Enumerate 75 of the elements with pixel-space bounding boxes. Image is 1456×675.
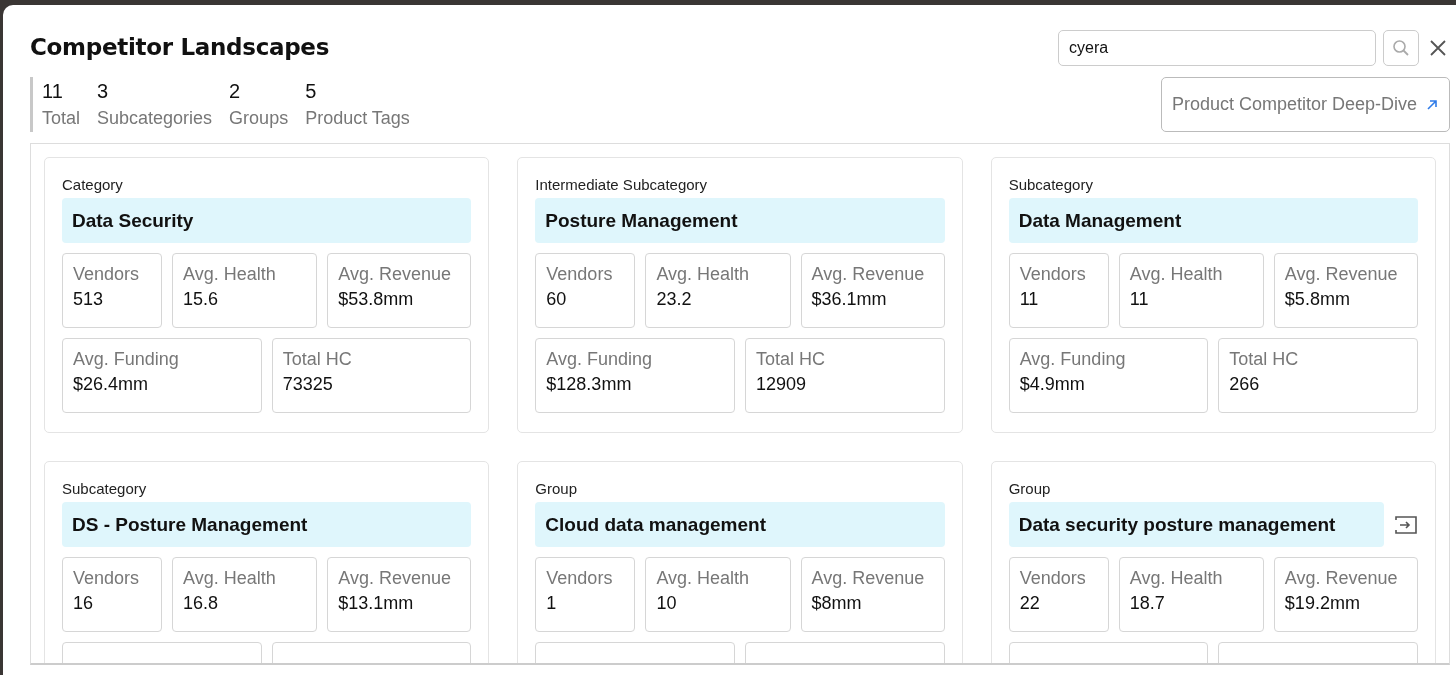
summary-label: Total	[42, 107, 81, 130]
stat-value: $36.1mm	[811, 289, 888, 310]
card-type: Group	[535, 479, 579, 499]
external-link-icon	[1425, 97, 1439, 112]
summary-count: 2	[229, 79, 242, 104]
stat-label: Total HC	[282, 349, 353, 370]
stat-value: $19.2mm	[1284, 593, 1361, 614]
stat-value: 10	[656, 593, 678, 614]
stat-label: Avg. Health	[183, 264, 277, 285]
stat-label: Total HC	[756, 349, 826, 370]
card-title[interactable]: DS - Posture Management	[62, 502, 472, 547]
stat-label: Avg. Health	[1129, 264, 1224, 285]
stat-value: 60	[546, 289, 568, 310]
stat-label: Avg. Revenue	[1284, 264, 1399, 285]
stat-label: Avg. Revenue	[1284, 568, 1399, 589]
summary-count: 11	[42, 79, 64, 104]
card-title[interactable]: Posture Management	[535, 198, 945, 243]
stat-label: Vendors	[546, 264, 614, 285]
stat-value: 16	[73, 593, 95, 614]
stat-label: Avg. Revenue	[811, 264, 926, 285]
stat-label: Avg. Funding	[73, 349, 180, 370]
stat-label: Avg. Revenue	[338, 264, 452, 285]
card-type: Group	[1008, 479, 1052, 499]
card-type: Intermediate Subcategory	[535, 175, 709, 195]
stat-label: Avg. Health	[656, 264, 751, 285]
card-title[interactable]: Data Security	[62, 198, 472, 243]
search-icon	[1392, 39, 1410, 57]
stat-value: 12909	[756, 374, 808, 395]
stat-value: $8mm	[811, 593, 863, 614]
stat-value: 266	[1229, 374, 1261, 395]
stat-value: $5.8mm	[1284, 289, 1351, 310]
stat-label: Vendors	[546, 568, 614, 589]
search-field[interactable]: cyera	[1058, 30, 1376, 66]
card-type: Subcategory	[62, 479, 148, 499]
card-title[interactable]: Data security posture management	[1008, 502, 1384, 547]
close-icon	[1430, 40, 1446, 56]
stat-value: 73325	[282, 374, 334, 395]
stat-value: 513	[73, 289, 105, 310]
card-type: Category	[62, 175, 124, 195]
summary-label: Subcategories	[97, 107, 213, 130]
stat-value: 22	[1019, 593, 1041, 614]
dialog-title: Competitor Landscapes	[30, 33, 331, 62]
stat-label: Avg. Funding	[546, 349, 654, 370]
stat-value: $4.9mm	[1019, 374, 1086, 395]
stat-label: Vendors	[1019, 264, 1087, 285]
stat-label: Total HC	[1229, 349, 1300, 370]
stat-label: Avg. Revenue	[811, 568, 926, 589]
stat-value: $26.4mm	[73, 374, 150, 395]
stat-label: Avg. Health	[1129, 568, 1224, 589]
summary-count: 3	[97, 79, 110, 104]
stat-value: 16.8	[183, 593, 220, 614]
stat-label: Vendors	[73, 568, 141, 589]
stat-label: Avg. Revenue	[338, 568, 452, 589]
stat-value: 23.2	[656, 289, 693, 310]
card-title[interactable]: Cloud data management	[535, 502, 945, 547]
stat-label: Vendors	[1019, 568, 1087, 589]
card-title[interactable]: Data Management	[1008, 198, 1418, 243]
stat-label: Vendors	[73, 264, 141, 285]
stat-label: Avg. Health	[656, 568, 751, 589]
enter-icon[interactable]	[1394, 514, 1418, 535]
summary-label: Product Tags	[305, 107, 410, 130]
deep-dive-button[interactable]: Product Competitor Deep-Dive	[1160, 77, 1450, 132]
stat-value: $13.1mm	[338, 593, 415, 614]
stat-value: 15.6	[183, 289, 220, 310]
stat-value: $53.8mm	[338, 289, 415, 310]
summary-label: Groups	[229, 107, 289, 130]
stat-label: Avg. Funding	[1019, 349, 1127, 370]
stat-value: $128.3mm	[546, 374, 633, 395]
summary-count: 5	[305, 79, 318, 104]
stat-value: 18.7	[1129, 593, 1166, 614]
stat-label: Avg. Health	[183, 568, 277, 589]
stat-value: 1	[546, 593, 558, 614]
card-type: Subcategory	[1008, 175, 1094, 195]
stat-value: 11	[1129, 289, 1150, 310]
stat-value: 11	[1019, 289, 1040, 310]
